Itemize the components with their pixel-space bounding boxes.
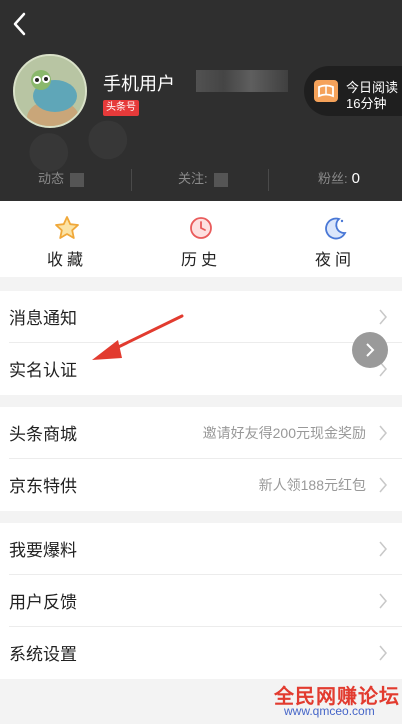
- avatar[interactable]: [13, 54, 87, 128]
- menu-item-mall[interactable]: 头条商城 邀请好友得200元现金奖励: [0, 407, 402, 459]
- stat-fans[interactable]: 粉丝: 0: [318, 168, 360, 187]
- moon-icon: [325, 217, 347, 240]
- username-redacted: [196, 70, 288, 92]
- night-mode-label: 夜间: [314, 252, 355, 269]
- back-arrow-icon[interactable]: [8, 10, 32, 38]
- stat-dynamics-redacted: [70, 172, 85, 187]
- chevron-right-icon: [379, 477, 387, 493]
- night-mode-button[interactable]: 夜间: [268, 201, 402, 277]
- chevron-right-icon: [379, 645, 387, 661]
- toutiao-account-badge[interactable]: 头条号: [103, 100, 139, 116]
- stat-following-redacted: [213, 172, 228, 187]
- profile-header: ●● 手机用户 头条号 今日阅读 16分钟 动态 关注: 粉丝: 0: [0, 0, 402, 201]
- chevron-right-icon: [379, 425, 387, 441]
- stat-dynamics-label: 动态: [38, 171, 65, 186]
- menu-item-label: 系统设置: [9, 645, 77, 664]
- chevron-right-icon: [379, 541, 387, 557]
- star-icon: [55, 216, 79, 239]
- stats-divider: [131, 169, 132, 191]
- stat-following[interactable]: 关注:: [178, 168, 228, 187]
- menu-item-label: 实名认证: [9, 361, 77, 380]
- menu-item-notifications[interactable]: 消息通知: [0, 291, 402, 343]
- favorites-button[interactable]: 收藏: [0, 201, 134, 277]
- stat-fans-value: 0: [351, 170, 360, 187]
- stat-dynamics[interactable]: 动态: [38, 168, 85, 187]
- menu-item-label: 消息通知: [9, 309, 77, 328]
- menu-item-verification[interactable]: 实名认证: [0, 343, 402, 395]
- username: 手机用户: [103, 74, 175, 94]
- reading-duration: 16分钟: [346, 96, 387, 111]
- watermark-url: www.qmceo.com: [284, 704, 375, 718]
- menu-item-label: 用户反馈: [9, 593, 77, 612]
- stat-fans-label: 粉丝:: [318, 171, 348, 186]
- menu-item-feedback[interactable]: 用户反馈: [0, 575, 402, 627]
- quick-actions-bar: 收藏 历史 夜间: [0, 201, 402, 277]
- menu-item-jd[interactable]: 京东特供 新人领188元红包: [0, 459, 402, 511]
- chevron-right-icon: [379, 309, 387, 325]
- profile-stats: 动态 关注: 粉丝: 0: [0, 160, 402, 192]
- menu-item-label: 京东特供: [9, 477, 77, 496]
- reading-book-icon: [314, 80, 338, 102]
- chevron-right-icon: [366, 343, 375, 357]
- floating-assistive-button[interactable]: [352, 332, 388, 368]
- history-button[interactable]: 历史: [134, 201, 268, 277]
- chevron-right-icon: [379, 593, 387, 609]
- menu-item-hint: 新人领188元红包: [258, 477, 366, 493]
- menu-item-label: 头条商城: [9, 425, 77, 444]
- menu-item-label: 我要爆料: [9, 541, 77, 560]
- stats-divider: [268, 169, 269, 191]
- history-clock-icon: [190, 217, 212, 239]
- menu-item-settings[interactable]: 系统设置: [0, 627, 402, 679]
- favorites-label: 收藏: [46, 252, 87, 269]
- stat-following-label: 关注:: [178, 171, 208, 186]
- menu-item-hint: 邀请好友得200元现金奖励: [202, 425, 366, 441]
- menu-item-tip-off[interactable]: 我要爆料: [0, 523, 402, 575]
- history-label: 历史: [180, 252, 221, 269]
- daily-reading-pill[interactable]: 今日阅读 16分钟: [304, 66, 402, 116]
